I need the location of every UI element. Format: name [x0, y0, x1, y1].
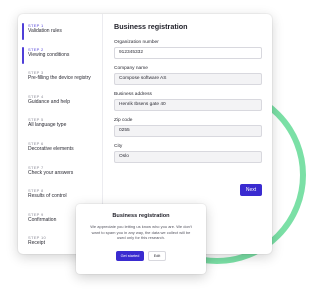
- modal-title: Business registration: [112, 213, 170, 219]
- registration-form: Business registration Organization numbe…: [114, 22, 262, 170]
- step-title: Pre-filling the device registry: [28, 75, 91, 82]
- step-title: Validation rules: [28, 28, 62, 34]
- step-title: Guidance and help: [28, 98, 70, 105]
- registration-modal: Business registration We appreciate you …: [76, 204, 206, 274]
- step-title: All language type: [28, 122, 67, 129]
- city-input[interactable]: Oslo: [114, 151, 262, 163]
- business-address-input[interactable]: Henrik Ibsens gate 40: [114, 99, 262, 111]
- step-item[interactable]: STEP 3 Pre-filling the device registry: [22, 68, 96, 92]
- step-item[interactable]: STEP 4 Guidance and help: [22, 92, 96, 116]
- company-name-input[interactable]: Compose software AS: [114, 73, 262, 85]
- step-title: Results of control: [28, 193, 67, 200]
- step-number: STEP 7: [28, 164, 44, 170]
- step-number: STEP 1: [28, 23, 44, 28]
- step-title: Viewing conditions: [28, 51, 70, 58]
- next-button[interactable]: Next: [240, 184, 262, 196]
- step-number: STEP 6: [28, 140, 44, 146]
- city-label: City: [114, 144, 123, 149]
- step-title: Decorative elements: [28, 145, 74, 152]
- step-item[interactable]: STEP 5 All language type: [22, 115, 96, 139]
- step-number: STEP 3: [28, 70, 44, 76]
- form-title: Business registration: [114, 22, 188, 31]
- step-number: STEP 5: [28, 117, 44, 123]
- step-number: STEP 4: [28, 93, 44, 99]
- organization-number-label: Organization number: [114, 40, 159, 45]
- step-item[interactable]: STEP 1 Validation rules: [22, 21, 96, 45]
- business-address-label: Business address: [114, 92, 152, 97]
- modal-body: We appreciate you letting us know who yo…: [90, 224, 192, 241]
- zip-code-label: Zip code: [114, 118, 133, 123]
- step-number: STEP 8: [28, 188, 44, 194]
- step-item[interactable]: STEP 6 Decorative elements: [22, 139, 96, 163]
- get-started-button[interactable]: Get started: [116, 251, 144, 261]
- step-title: Check your answers: [28, 169, 74, 176]
- step-item[interactable]: STEP 2 Viewing conditions: [22, 45, 96, 69]
- company-name-label: Company name: [114, 66, 148, 71]
- organization-number-input[interactable]: 912345332: [114, 47, 262, 59]
- step-number: STEP 2: [28, 46, 44, 52]
- step-item[interactable]: STEP 7 Check your answers: [22, 163, 96, 187]
- zip-code-input[interactable]: 0255: [114, 125, 262, 137]
- edit-button[interactable]: Edit: [148, 251, 166, 261]
